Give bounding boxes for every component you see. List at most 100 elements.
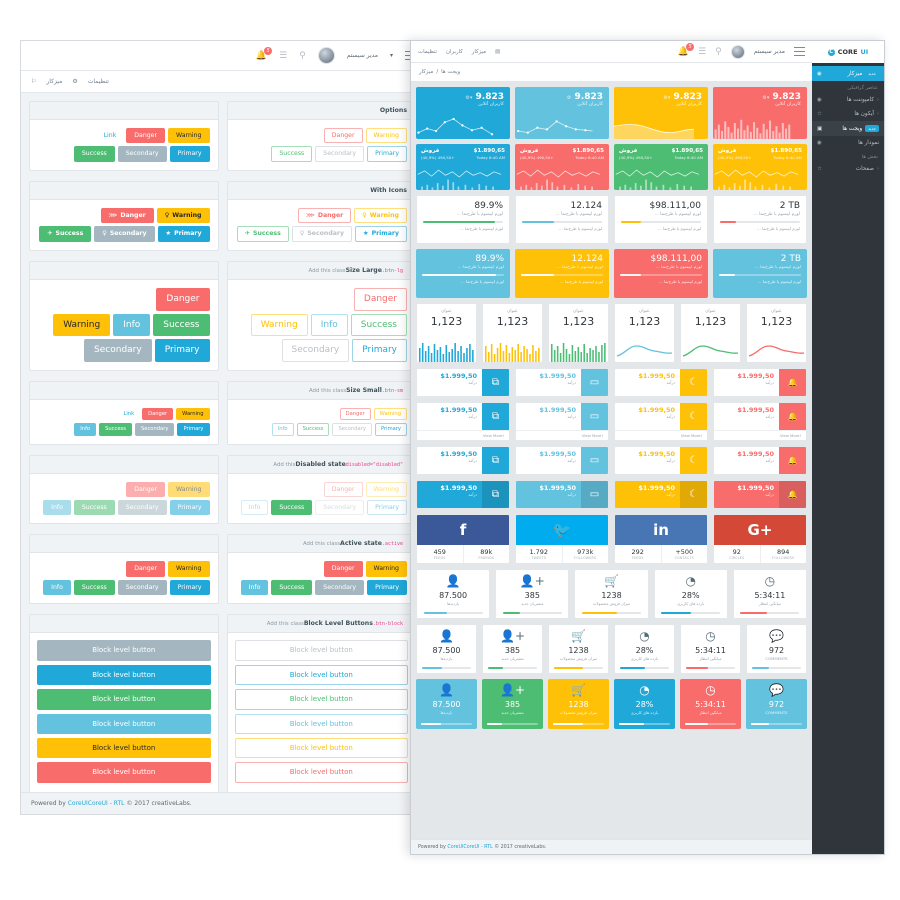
view-more-link[interactable]: View More!: [615, 430, 707, 440]
sidebar-toggle-icon[interactable]: [794, 47, 805, 56]
widget-sales[interactable]: فروش $1.890,65 Today 6:40 AM (40,9%) 490,5…: [515, 144, 609, 190]
btn-success-sm-outline[interactable]: Success: [296, 423, 330, 436]
btn-primary-icon[interactable]: ★ Primary: [157, 226, 210, 242]
social-card-linkedin[interactable]: in 292 FEEDS +500 CONTACTS: [614, 514, 708, 564]
sidebar-item-widgets[interactable]: ▣ ویجت ها جدید: [812, 121, 884, 136]
btn-primary-active[interactable]: Primary: [169, 579, 210, 596]
sidebar-item-dashboard[interactable]: ◉ میزکار جدید: [812, 66, 884, 81]
icon-widget[interactable]: ☾ $1.999,50 درآمد: [614, 368, 708, 397]
stat-card-colored[interactable]: $98.111,00 لورم ایپسوم یا طرح‌نما … لورم…: [614, 249, 708, 298]
icon-widget[interactable]: ☾ $1.999,50 درآمد: [614, 446, 708, 475]
icon-widget[interactable]: 🔔 $1.999,50 درآمد View More!: [713, 402, 807, 441]
widget-online-users[interactable]: 9.823 ▾⚙ کاربران آنلاین: [416, 87, 510, 139]
btn-warning-sm-outline[interactable]: Warning: [373, 408, 407, 421]
mini-chart-card[interactable]: عنوان 1,123: [680, 303, 741, 363]
block-btn-secondary[interactable]: Block level button: [37, 640, 211, 661]
icon-widget-filled[interactable]: ⧉ $1.999,50 درآمد: [416, 480, 510, 509]
view-more-link[interactable]: View More!: [714, 430, 806, 440]
brand-logo[interactable]: C CORE UI: [812, 41, 884, 63]
topnav-settings[interactable]: تنظیمات: [418, 49, 437, 55]
stat-card[interactable]: 2 TB لورم ایپسوم یا طرح‌نما … لورم ایپسو…: [713, 195, 807, 244]
btn-danger[interactable]: Danger: [126, 128, 166, 144]
btn-info-lg-outline[interactable]: Info: [310, 313, 348, 337]
btn-secondary[interactable]: Secondary: [117, 146, 167, 162]
block-btn-primary-outline[interactable]: Block level button: [234, 664, 408, 686]
icon-widget-filled[interactable]: ▭ $1.999,50 درآمد: [515, 480, 609, 509]
block-btn-secondary-outline[interactable]: Block level button: [234, 640, 408, 661]
btn-secondary-active-outline[interactable]: Secondary: [315, 579, 365, 596]
bottom-stat-card[interactable]: 👤 87.500 بازدیدها: [416, 569, 491, 619]
bottom-stat-card-colored[interactable]: 🛒 1238 میزان فروش محصولات: [548, 679, 609, 729]
widget-online-users[interactable]: 9.823 ▾⚙ کاربران آنلاین: [614, 87, 708, 139]
social-card-twitter[interactable]: 🐦 1.792 TWEETS 973k FOLLOWERS: [515, 514, 609, 564]
stat-card-colored[interactable]: 89.9% لورم ایپسوم یا طرح‌نما … لورم ایپس…: [416, 249, 510, 298]
block-btn-info-outline[interactable]: Block level button: [234, 713, 408, 734]
stat-card[interactable]: 12.124 لورم ایپسوم یا طرح‌نما … لورم ایپ…: [515, 195, 609, 244]
btn-primary-active-outline[interactable]: Primary: [367, 579, 407, 596]
breadcrumb-settings[interactable]: تنظیمات: [88, 78, 109, 85]
icon-widget[interactable]: ⧉ $1.999,50 درآمد: [416, 368, 510, 397]
icon-widget[interactable]: ▭ $1.999,50 درآمد: [515, 368, 609, 397]
icon-widget[interactable]: ⧉ $1.999,50 درآمد: [416, 446, 510, 475]
icon-widget-filled[interactable]: 🔔 $1.999,50 درآمد: [713, 480, 807, 509]
btn-secondary-outline[interactable]: Secondary: [315, 146, 365, 162]
topbar-username[interactable]: مدیر سیستم: [347, 52, 378, 59]
bottom-stat-card[interactable]: 🛒 1238 میزان فروش محصولات: [548, 624, 609, 674]
btn-secondary-active[interactable]: Secondary: [117, 579, 167, 596]
sidebar-item-charts[interactable]: ◉ نمودار ها: [812, 136, 884, 150]
btn-danger-icon[interactable]: ⋙ Danger: [100, 207, 154, 224]
btn-success-lg[interactable]: Success: [153, 313, 210, 337]
btn-danger-sm-outline[interactable]: Danger: [339, 408, 371, 421]
btn-info-active[interactable]: Info: [43, 579, 71, 596]
bottom-stat-card[interactable]: ◔ 28% بازده های کاربری: [653, 569, 728, 619]
stat-card-colored[interactable]: 2 TB لورم ایپسوم یا طرح‌نما … لورم ایپسو…: [713, 249, 807, 298]
widget-sales[interactable]: فروش $1.890,65 Today 6:40 AM (40,9%) 490,5…: [614, 144, 708, 190]
btn-info-sm[interactable]: Info: [74, 423, 97, 436]
bell-icon[interactable]: 🔔 5: [256, 46, 273, 61]
sidebar-item-components[interactable]: ◉ کامپوننت ها ‹: [812, 93, 884, 107]
btn-warning-outline-icon[interactable]: ♀ Warning: [354, 207, 407, 224]
stat-card[interactable]: 89.9% لورم ایپسوم یا طرح‌نما … لورم ایپس…: [416, 195, 510, 244]
stat-card[interactable]: $98.111,00 لورم ایپسوم یا طرح‌نما … لورم…: [614, 195, 708, 244]
block-btn-success-outline[interactable]: Block level button: [234, 689, 408, 710]
block-btn-warning-outline[interactable]: Block level button: [234, 737, 408, 759]
view-more-link[interactable]: View More!: [417, 430, 509, 440]
widget-online-users[interactable]: 9.823 ⚙ کاربران آنلاین: [515, 87, 609, 139]
btn-danger-lg-outline[interactable]: Danger: [353, 287, 407, 311]
icon-widget[interactable]: ⧉ $1.999,50 درآمد View More!: [416, 402, 510, 441]
widget-online-users[interactable]: 9.823 ▾⚙ کاربران آنلاین: [713, 87, 807, 139]
widget-sales[interactable]: فروش $1.890,65 Today 6:40 AM (40,9%) 490,5…: [416, 144, 510, 190]
btn-info-sm-outline[interactable]: Info: [271, 423, 294, 436]
btn-warning-active[interactable]: Warning: [168, 561, 210, 577]
mini-chart-card[interactable]: عنوان 1,123: [548, 303, 609, 363]
btn-secondary-sm[interactable]: Secondary: [134, 423, 175, 436]
block-btn-danger-outline[interactable]: Block level button: [234, 762, 408, 783]
btn-warning-icon[interactable]: ♀ Warning: [156, 207, 210, 224]
btn-success-sm[interactable]: Success: [99, 423, 132, 436]
btn-danger-active[interactable]: Danger: [126, 561, 166, 577]
btn-warning-outline[interactable]: Warning: [365, 128, 407, 144]
sidebar-item-icons[interactable]: ☆ آیکون ها ‹: [812, 107, 884, 121]
btn-secondary-lg-outline[interactable]: Secondary: [281, 339, 350, 363]
btn-success-active[interactable]: Success: [73, 579, 115, 596]
location-pin-icon[interactable]: ⚲: [299, 51, 306, 61]
bottom-stat-card[interactable]: 💬 972 COMMENTS: [746, 624, 807, 674]
btn-danger-outline-icon[interactable]: ⋙ Danger: [298, 207, 352, 224]
btn-danger-outline[interactable]: Danger: [323, 128, 363, 144]
widget-sales[interactable]: فروش $1.890,65 Today 6:40 AM (40,9%) 490,5…: [713, 144, 807, 190]
breadcrumb-dashboard[interactable]: میزکار: [46, 78, 62, 85]
btn-warning-sm[interactable]: Warning: [176, 408, 210, 421]
block-btn-warning[interactable]: Block level button: [37, 737, 211, 759]
breadcrumb-dashboard[interactable]: میزکار: [419, 69, 433, 75]
bottom-stat-card[interactable]: ◷ 5:34:11 میانگین انتظار: [680, 624, 741, 674]
footer-brand-link[interactable]: CoreUICoreUI - RTL: [447, 845, 492, 850]
topbar-username[interactable]: مدیر سیستم: [754, 48, 785, 55]
bell-icon[interactable]: 🔔 5: [678, 42, 695, 57]
bottom-stat-card-colored[interactable]: 👤+ 385 مشتریان جدید: [482, 679, 543, 729]
btn-secondary-icon[interactable]: ♀ Secondary: [94, 226, 155, 242]
btn-primary-sm[interactable]: Primary: [177, 423, 210, 436]
footer-brand-link[interactable]: CoreUICoreUI - RTL: [68, 800, 125, 807]
btn-info-active-outline[interactable]: Info: [240, 579, 269, 596]
block-btn-danger[interactable]: Block level button: [37, 762, 211, 783]
mini-chart-card[interactable]: عنوان 1,123: [614, 303, 675, 363]
